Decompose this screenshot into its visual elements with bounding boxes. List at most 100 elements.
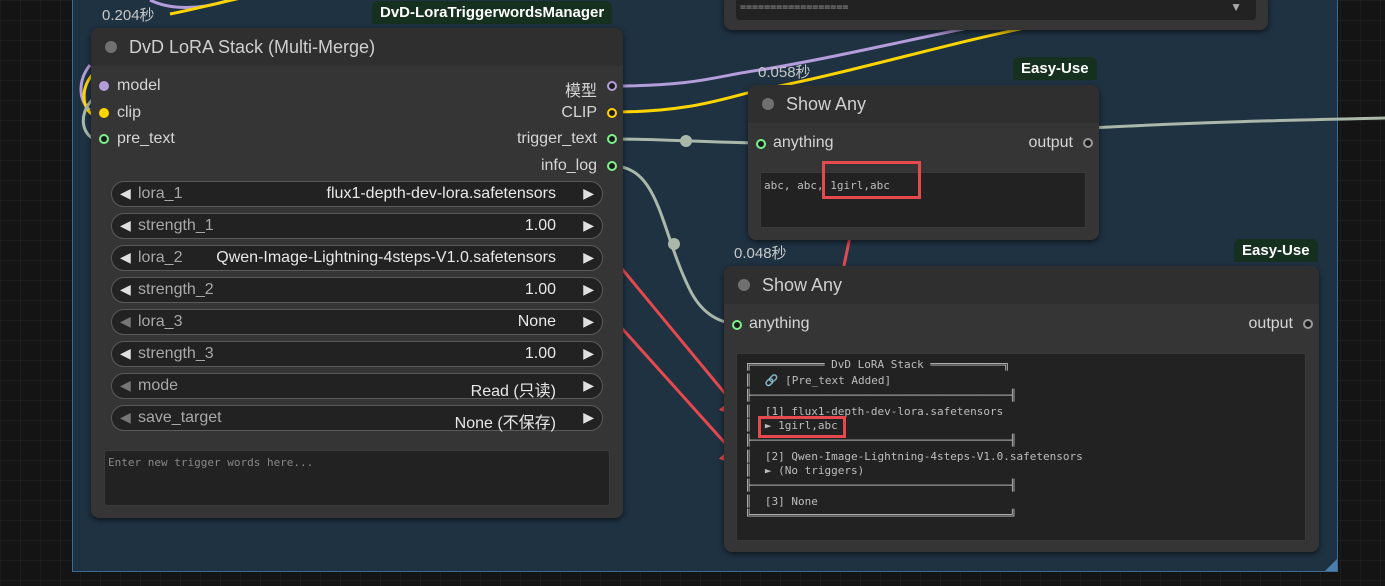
widget-lora-3[interactable]: ◀ lora_3 None ▶ [111, 309, 603, 335]
widget-label: lora_3 [138, 313, 183, 330]
decrement-arrow-icon[interactable]: ◀ [120, 313, 131, 330]
widget-label: mode [138, 377, 179, 394]
log-line: ║ ► (No triggers) [745, 464, 865, 477]
increment-arrow-icon[interactable]: ▶ [583, 313, 594, 330]
trigger-words-input[interactable]: Enter new trigger words here... [104, 450, 610, 506]
anything-input-dot[interactable] [732, 320, 742, 330]
decrement-arrow-icon[interactable]: ◀ [120, 409, 131, 426]
log-line: ║ 🔗 [Pre_text Added] [745, 374, 892, 387]
widget-strength-3[interactable]: ◀ strength_3 1.00 ▶ [111, 341, 603, 367]
log-line: ╟───────────────────────────────────────… [745, 479, 1017, 492]
widget-label: save_target [138, 409, 222, 426]
widget-label: strength_3 [138, 345, 214, 362]
wire-output [1089, 116, 1385, 130]
show-any-1-badge: Easy-Use [1013, 57, 1097, 80]
clip-input-dot[interactable] [99, 108, 109, 118]
log-line: ╟───────────────────────────────────────… [745, 389, 1017, 402]
widget-value: flux1-depth-dev-lora.safetensors [326, 185, 556, 202]
annotation-box-output [822, 161, 921, 199]
show-any-2-titlebar[interactable]: Show Any [724, 266, 1319, 304]
widget-save-target[interactable]: ◀ save_target None (不保存) ▶ [111, 405, 603, 432]
top-partial-node[interactable]: ================== ▼ [724, 0, 1268, 30]
output-model: 模型 [564, 83, 597, 100]
increment-arrow-icon[interactable]: ▶ [583, 185, 594, 202]
input-pre-text: pre_text [117, 130, 175, 147]
widget-value: 1.00 [524, 217, 556, 234]
anything-input-dot[interactable] [756, 139, 766, 149]
widget-label: lora_1 [138, 185, 183, 202]
decrement-arrow-icon[interactable]: ◀ [120, 345, 131, 362]
decrement-arrow-icon[interactable]: ◀ [120, 217, 131, 234]
info-log-output-dot[interactable] [607, 161, 617, 171]
output-label: output [1248, 315, 1293, 332]
show-any-1-textarea[interactable]: abc, abc, 1girl,abc [760, 172, 1086, 228]
output-clip: CLIP [561, 104, 597, 121]
widget-label: strength_2 [138, 281, 214, 298]
show-any-node-1[interactable]: Show Any anything output abc, abc, 1girl… [748, 85, 1099, 240]
widget-value: Qwen-Image-Lightning-4steps-V1.0.safeten… [216, 249, 556, 266]
reroute-dot [668, 238, 680, 250]
show-any-1-titlebar[interactable]: Show Any [748, 85, 1099, 123]
output-info-log: info_log [540, 157, 597, 174]
output-trigger-text: trigger_text [516, 130, 597, 147]
top-node-text: ================== [740, 2, 849, 13]
log-line: ║ [3] None [745, 495, 818, 508]
increment-arrow-icon[interactable]: ▶ [583, 281, 594, 298]
show-any-1-timing: 0.058秒 [758, 64, 811, 81]
show-any-2-timing: 0.048秒 [734, 245, 787, 262]
widget-value: 1.00 [524, 281, 556, 298]
input-clip: clip [117, 104, 142, 121]
lora-stack-node[interactable]: DvD LoRA Stack (Multi-Merge) model clip … [91, 28, 623, 518]
scroll-down-icon[interactable]: ▼ [1230, 0, 1242, 14]
trigger-words-placeholder: Enter new trigger words here... [108, 456, 314, 469]
widget-value: None [517, 313, 556, 330]
lora-node-badge: DvD-LoraTriggerwordsManager [372, 1, 613, 24]
show-any-2-title: Show Any [762, 275, 843, 295]
trigger-text-output-dot[interactable] [607, 134, 617, 144]
widget-label: lora_2 [138, 249, 183, 266]
increment-arrow-icon[interactable]: ▶ [583, 377, 594, 394]
show-any-1-title: Show Any [786, 94, 867, 114]
log-line: ║ [2] Qwen-Image-Lightning-4steps-V1.0.s… [745, 450, 1083, 463]
widget-lora-2[interactable]: ◀ lora_2 Qwen-Image-Lightning-4steps-V1.… [111, 245, 603, 271]
show-any-2-textarea[interactable]: ╔═══════════ DvD LoRA Stack ═══════════╗… [736, 353, 1306, 541]
top-node-textarea[interactable]: ================== ▼ [736, 0, 1256, 20]
widget-lora-1[interactable]: ◀ lora_1 flux1-depth-dev-lora.safetensor… [111, 181, 603, 207]
widget-strength-1[interactable]: ◀ strength_1 1.00 ▶ [111, 213, 603, 239]
reroute-dot [680, 135, 692, 147]
lora-node-titlebar[interactable]: DvD LoRA Stack (Multi-Merge) [91, 28, 623, 66]
log-line: ╚═══════════════════════════════════════… [745, 509, 1017, 522]
decrement-arrow-icon[interactable]: ◀ [120, 185, 131, 202]
lora-node-title: DvD LoRA Stack (Multi-Merge) [129, 37, 376, 57]
widget-value: 1.00 [524, 345, 556, 362]
output-label: output [1028, 134, 1073, 151]
annotation-box-trigger [758, 416, 846, 438]
input-model: model [117, 77, 161, 94]
increment-arrow-icon[interactable]: ▶ [583, 409, 594, 426]
show-any-node-2[interactable]: Show Any anything output ╔═══════════ Dv… [724, 266, 1319, 552]
widget-strength-2[interactable]: ◀ strength_2 1.00 ▶ [111, 277, 603, 303]
model-output-dot[interactable] [607, 81, 617, 91]
decrement-arrow-icon[interactable]: ◀ [120, 249, 131, 266]
model-input-dot[interactable] [99, 81, 109, 91]
widget-value: None (不保存) [454, 415, 556, 432]
increment-arrow-icon[interactable]: ▶ [583, 345, 594, 362]
pretext-input-dot[interactable] [99, 134, 109, 144]
increment-arrow-icon[interactable]: ▶ [583, 217, 594, 234]
collapse-dot-icon[interactable] [105, 41, 117, 53]
output-dot[interactable] [1083, 138, 1093, 148]
decrement-arrow-icon[interactable]: ◀ [120, 377, 131, 394]
collapse-dot-icon[interactable] [762, 98, 774, 110]
output-dot[interactable] [1303, 319, 1313, 329]
decrement-arrow-icon[interactable]: ◀ [120, 281, 131, 298]
input-anything: anything [749, 315, 810, 332]
clip-output-dot[interactable] [607, 108, 617, 118]
lora-node-timing: 0.204秒 [102, 7, 155, 24]
widget-mode[interactable]: ◀ mode Read (只读) ▶ [111, 373, 603, 400]
widget-label: strength_1 [138, 217, 214, 234]
collapse-dot-icon[interactable] [738, 279, 750, 291]
show-any-2-badge: Easy-Use [1234, 239, 1318, 262]
log-line: ╔═══════════ DvD LoRA Stack ═══════════╗ [745, 358, 1010, 371]
increment-arrow-icon[interactable]: ▶ [583, 249, 594, 266]
widget-value: Read (只读) [470, 383, 556, 400]
